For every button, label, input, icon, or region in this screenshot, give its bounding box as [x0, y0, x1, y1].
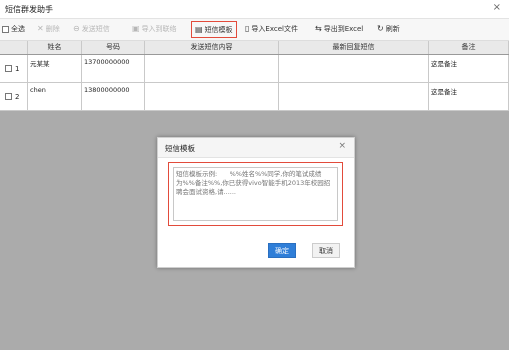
dialog-title: 短信模板 — [165, 144, 195, 153]
checkbox-icon — [2, 25, 9, 33]
window-title: 短信群发助手 — [5, 5, 53, 14]
template-input-highlight — [168, 162, 343, 226]
template-icon: ▤ — [195, 24, 203, 34]
note-cell[interactable]: 这是备注 — [429, 83, 509, 110]
import-contacts-button[interactable]: ▣ 导入到联络 — [132, 22, 177, 36]
name-cell[interactable]: 元某某 — [28, 55, 82, 82]
column-header-content: 发送短信内容 — [145, 41, 279, 54]
content-cell[interactable] — [145, 83, 279, 110]
toolbar: 全选 ✕ 删除 ⊖ 发送短信 ▣ 导入到联络 ▤ 短信模板 ▯ 导入Excel文… — [0, 19, 509, 41]
column-header-reply: 最新回复短信 — [279, 41, 429, 54]
row-checkbox[interactable] — [5, 93, 12, 100]
row-checkbox[interactable] — [5, 65, 12, 72]
dialog-close-icon[interactable]: × — [338, 141, 346, 151]
refresh-icon: ↻ — [377, 24, 384, 33]
delete-button[interactable]: ✕ 删除 — [37, 22, 60, 36]
export-icon: ⇆ — [315, 24, 322, 33]
table-header: 姓名 号码 发送短信内容 最新回复短信 备注 — [0, 41, 509, 55]
template-textarea[interactable] — [173, 167, 338, 221]
column-header-phone: 号码 — [82, 41, 145, 54]
phone-cell[interactable]: 13700000000 — [82, 55, 145, 82]
table-row[interactable]: 2 chen 13800000000 这是备注 — [0, 83, 509, 111]
name-cell[interactable]: chen — [28, 83, 82, 110]
select-all-label: 全选 — [11, 25, 25, 33]
export-excel-label: 导出到Excel — [323, 25, 364, 33]
phone-cell[interactable]: 13800000000 — [82, 83, 145, 110]
import-excel-button[interactable]: ▯ 导入Excel文件 — [245, 22, 298, 36]
sms-template-label: 短信模板 — [204, 25, 233, 34]
row-select-cell: 2 — [0, 83, 28, 110]
send-sms-label: 发送短信 — [81, 25, 110, 33]
column-header-name: 姓名 — [28, 41, 82, 54]
reply-cell[interactable] — [279, 55, 429, 82]
column-header-note: 备注 — [429, 41, 509, 54]
file-icon: ▯ — [245, 24, 250, 33]
close-icon[interactable]: × — [493, 2, 501, 13]
table-row[interactable]: 1 元某某 13700000000 这是备注 — [0, 55, 509, 83]
import-icon: ▣ — [132, 24, 140, 33]
reply-cell[interactable] — [279, 83, 429, 110]
refresh-label: 刷新 — [385, 25, 400, 33]
import-excel-label: 导入Excel文件 — [251, 25, 298, 33]
refresh-button[interactable]: ↻ 刷新 — [377, 22, 400, 36]
sms-template-dialog: 短信模板 × 确定 取消 — [157, 137, 355, 268]
dialog-title-bar: 短信模板 × — [158, 138, 354, 158]
content-cell[interactable] — [145, 55, 279, 82]
row-number: 1 — [15, 65, 20, 73]
export-excel-button[interactable]: ⇆ 导出到Excel — [315, 22, 363, 36]
row-select-cell: 1 — [0, 55, 28, 82]
delete-icon: ✕ — [37, 24, 44, 33]
title-bar: 短信群发助手 × — [0, 0, 509, 19]
cancel-button[interactable]: 取消 — [312, 243, 340, 258]
confirm-button[interactable]: 确定 — [268, 243, 296, 258]
select-all-checkbox[interactable]: 全选 — [2, 22, 25, 36]
send-icon: ⊖ — [73, 24, 80, 33]
row-number: 2 — [15, 93, 20, 101]
sms-template-button[interactable]: ▤ 短信模板 — [191, 21, 237, 38]
delete-label: 删除 — [45, 25, 60, 33]
note-cell[interactable]: 这是备注 — [429, 55, 509, 82]
header-select — [0, 41, 28, 54]
send-sms-button[interactable]: ⊖ 发送短信 — [73, 22, 110, 36]
import-contacts-label: 导入到联络 — [141, 25, 177, 33]
